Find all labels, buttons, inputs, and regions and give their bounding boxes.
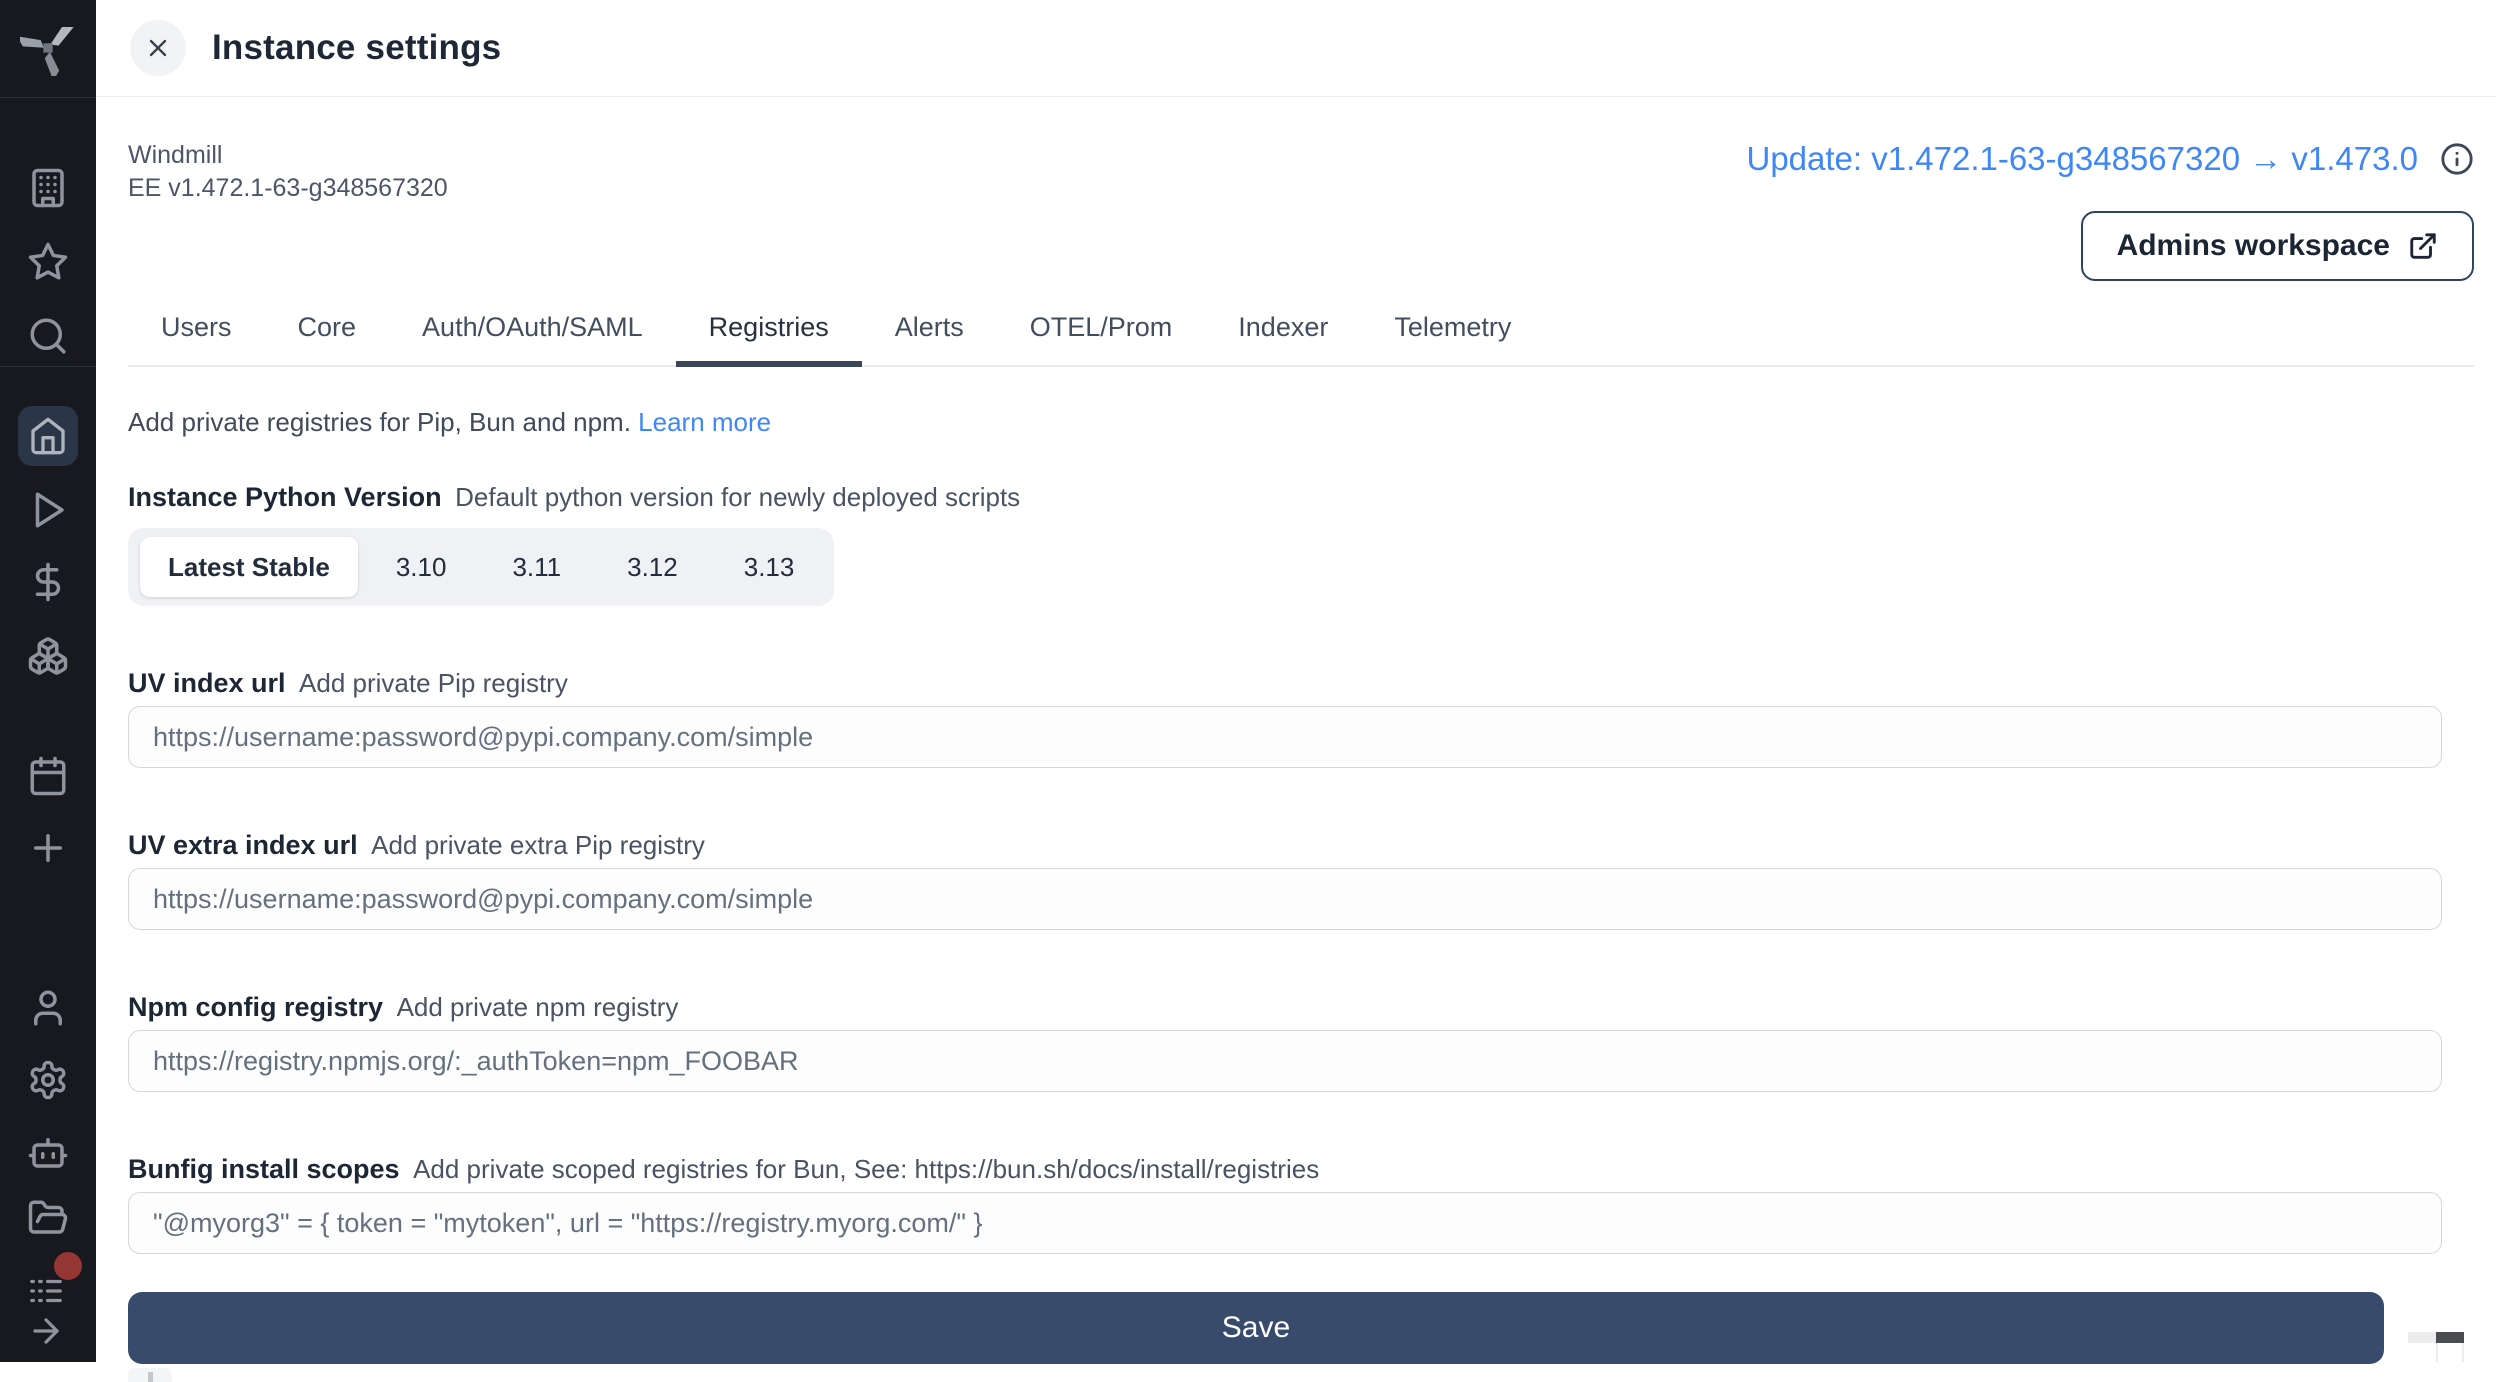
- npm-config-registry-hint: Add private npm registry: [397, 992, 679, 1022]
- instance-settings-panel: Instance settings Windmill EE v1.472.1-6…: [96, 0, 2496, 1362]
- search-icon[interactable]: [27, 315, 69, 357]
- registries-intro-text: Add private registries for Pip, Bun and …: [128, 407, 631, 437]
- python-option-3-10[interactable]: 3.10: [368, 537, 475, 597]
- home-icon: [28, 416, 68, 456]
- horizontal-scrollbar-thumb[interactable]: [2436, 1332, 2464, 1343]
- python-option-3-13[interactable]: 3.13: [716, 537, 823, 597]
- settings-tabs: Users Core Auth/OAuth/SAML Registries Al…: [128, 303, 2474, 367]
- schedules-calendar-icon[interactable]: [27, 755, 69, 797]
- sidebar: [0, 0, 96, 1362]
- runs-play-icon[interactable]: [27, 489, 69, 531]
- sidebar-divider: [0, 366, 96, 367]
- info-icon[interactable]: [2440, 142, 2474, 176]
- user-icon[interactable]: [27, 987, 69, 1029]
- npm-config-registry-label: Npm config registry: [128, 992, 383, 1022]
- uv-index-url-input[interactable]: [128, 706, 2442, 768]
- admins-workspace-button[interactable]: Admins workspace: [2081, 211, 2474, 281]
- sidebar-divider: [0, 97, 96, 98]
- tab-users[interactable]: Users: [128, 303, 265, 365]
- favorites-star-icon[interactable]: [27, 241, 69, 283]
- tab-alerts[interactable]: Alerts: [862, 303, 997, 365]
- tab-auth-oauth-saml[interactable]: Auth/OAuth/SAML: [389, 303, 676, 365]
- python-option-latest-stable[interactable]: Latest Stable: [140, 537, 358, 597]
- app-name: Windmill: [128, 139, 448, 172]
- bunfig-install-scopes-input[interactable]: [128, 1192, 2442, 1254]
- python-version-title: Instance Python Version: [128, 482, 442, 512]
- uv-index-url-hint: Add private Pip registry: [299, 668, 568, 698]
- python-option-3-12[interactable]: 3.12: [599, 537, 706, 597]
- workspaces-building-icon[interactable]: [27, 167, 69, 209]
- save-button[interactable]: Save: [128, 1292, 2384, 1364]
- bunfig-install-scopes-label: Bunfig install scopes: [128, 1154, 400, 1184]
- tab-otel-prom[interactable]: OTEL/Prom: [997, 303, 1206, 365]
- page-title: Instance settings: [212, 28, 501, 68]
- update-link[interactable]: Update: v1.472.1-63-g348567320 → v1.473.…: [1746, 139, 2418, 179]
- learn-more-link[interactable]: Learn more: [638, 407, 771, 437]
- tab-core[interactable]: Core: [265, 303, 390, 365]
- workers-robot-icon[interactable]: [27, 1131, 69, 1173]
- uv-extra-index-url-hint: Add private extra Pip registry: [371, 830, 705, 860]
- admins-workspace-label: Admins workspace: [2117, 229, 2390, 263]
- uv-extra-index-url-input[interactable]: [128, 868, 2442, 930]
- python-option-3-11[interactable]: 3.11: [484, 537, 589, 597]
- scrollbar-corner: [2436, 1343, 2464, 1362]
- version-block: Windmill EE v1.472.1-63-g348567320: [128, 139, 448, 205]
- panel-header: Instance settings: [96, 0, 2496, 97]
- npm-config-registry-input[interactable]: [128, 1030, 2442, 1092]
- settings-gear-icon[interactable]: [27, 1059, 69, 1101]
- close-button[interactable]: [130, 20, 186, 76]
- tab-telemetry[interactable]: Telemetry: [1361, 303, 1544, 365]
- uv-extra-index-url-label: UV extra index url: [128, 830, 358, 860]
- close-icon: [144, 34, 172, 62]
- sidebar-item-home[interactable]: [18, 406, 78, 466]
- python-version-toggle-group: Latest Stable 3.10 3.11 3.12 3.13: [128, 528, 834, 606]
- uv-index-url-label: UV index url: [128, 668, 286, 698]
- folders-folder-open-icon[interactable]: [27, 1197, 69, 1239]
- tab-indexer[interactable]: Indexer: [1205, 303, 1361, 365]
- edition-version: EE v1.472.1-63-g348567320: [128, 172, 448, 205]
- external-link-icon: [2408, 231, 2438, 261]
- variables-dollar-icon[interactable]: [27, 561, 69, 603]
- notification-dot: [54, 1252, 82, 1280]
- resources-boxes-icon[interactable]: [27, 635, 69, 677]
- tab-registries[interactable]: Registries: [676, 303, 862, 365]
- python-version-subtitle: Default python version for newly deploye…: [455, 482, 1020, 512]
- expand-arrow-right-icon[interactable]: [27, 1312, 65, 1350]
- next-section-editor-edge: [128, 1368, 172, 1382]
- create-plus-icon[interactable]: [27, 827, 69, 869]
- windmill-logo-icon[interactable]: [20, 20, 76, 76]
- bunfig-install-scopes-hint: Add private scoped registries for Bun, S…: [413, 1154, 1319, 1184]
